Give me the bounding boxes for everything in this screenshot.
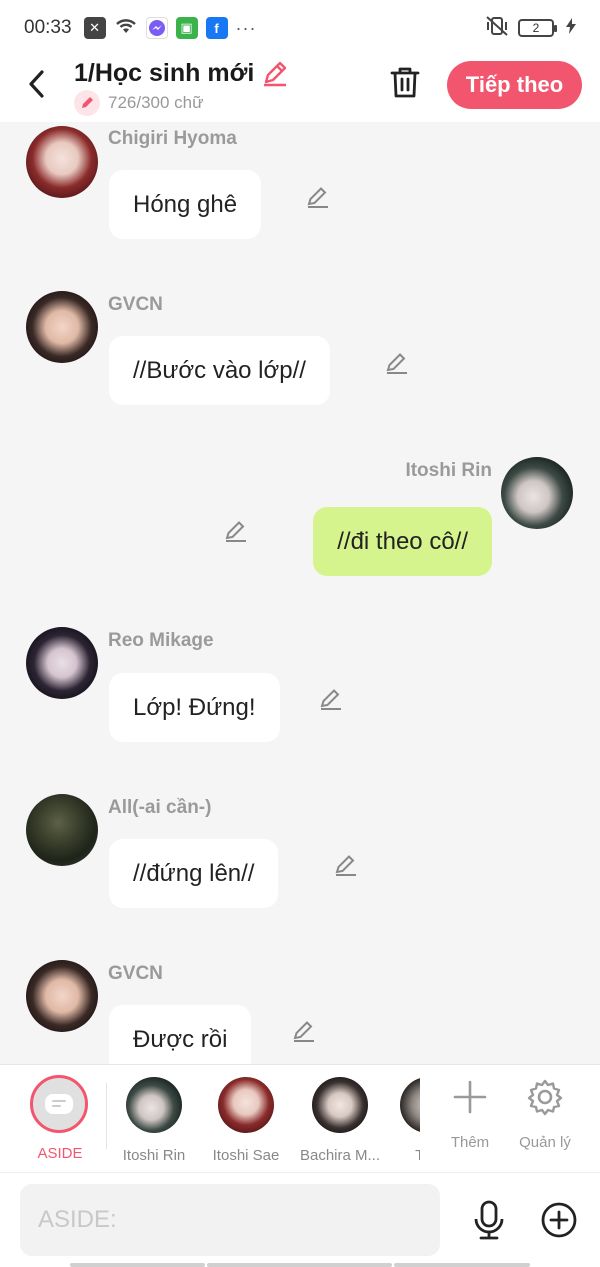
- vibrate-mute-icon: [484, 15, 510, 42]
- microphone-icon: [474, 1200, 504, 1240]
- edit-message-icon[interactable]: [333, 852, 359, 878]
- character-name: Itoshi Rin: [122, 1147, 186, 1164]
- back-button[interactable]: [22, 66, 52, 102]
- character-bar: ASIDE Itoshi Rin Itoshi Sae Bachira M...…: [0, 1064, 600, 1172]
- avatar[interactable]: [26, 960, 98, 1032]
- message-bubble[interactable]: //Bước vào lớp//: [109, 336, 330, 405]
- voice-button[interactable]: [470, 1199, 508, 1241]
- notification-x-icon: ✕: [83, 17, 106, 39]
- plus-circle-icon: [541, 1202, 577, 1238]
- episode-title-text: 1/Học sinh mới: [74, 58, 255, 87]
- sender-name: GVCN: [108, 294, 163, 315]
- facebook-icon: f: [205, 17, 228, 39]
- edit-message-icon[interactable]: [305, 184, 331, 210]
- word-count: 726/300 chữ: [74, 90, 204, 116]
- add-character-button[interactable]: Thêm: [435, 1077, 505, 1151]
- avatar: [312, 1077, 368, 1133]
- avatar[interactable]: [501, 457, 573, 529]
- chat-area[interactable]: Chigiri Hyoma Hóng ghê GVCN //Bước vào l…: [0, 122, 600, 1064]
- edit-message-icon[interactable]: [291, 1018, 317, 1044]
- composer: [0, 1172, 600, 1267]
- episode-title[interactable]: 1/Học sinh mới: [74, 58, 290, 88]
- add-character-label: Thêm: [450, 1134, 490, 1151]
- message-bubble[interactable]: Lớp! Đứng!: [109, 673, 280, 742]
- divider: [106, 1083, 107, 1149]
- nav-indicator: [394, 1263, 530, 1267]
- header: 1/Học sinh mới 726/300 chữ Tiếp theo: [0, 56, 600, 122]
- sender-name: GVCN: [108, 963, 163, 984]
- avatar: [400, 1077, 420, 1133]
- avatar[interactable]: [26, 126, 98, 198]
- sender-name: Reo Mikage: [108, 630, 214, 651]
- status-bar: 00:33 ✕ ▣ f ··· 2: [0, 0, 600, 56]
- gear-icon: [527, 1079, 563, 1116]
- character-item[interactable]: Bachira M...: [294, 1077, 386, 1164]
- chevron-left-icon: [29, 70, 44, 98]
- sender-name: All(-ai cần-): [108, 797, 212, 818]
- charging-icon: [566, 17, 576, 39]
- nav-indicator: [70, 1263, 205, 1267]
- more-notifications-icon: ···: [235, 17, 257, 38]
- nav-indicator: [207, 1263, 392, 1267]
- message-bubble[interactable]: Hóng ghê: [109, 170, 262, 239]
- manage-characters-label: Quản lý: [519, 1134, 571, 1151]
- character-item[interactable]: Itoshi Rin: [108, 1077, 200, 1164]
- aside-icon: [30, 1075, 88, 1133]
- edit-message-icon[interactable]: [223, 518, 249, 544]
- edit-message-icon[interactable]: [384, 350, 410, 376]
- word-count-text: 726/300 chữ: [108, 93, 204, 112]
- add-content-button[interactable]: [540, 1201, 578, 1239]
- manage-characters-button[interactable]: Quản lý: [510, 1077, 580, 1151]
- aside-button[interactable]: ASIDE: [30, 1075, 90, 1162]
- avatar: [218, 1077, 274, 1133]
- app-green-icon: ▣: [175, 17, 198, 39]
- character-name: Thủ: [415, 1147, 420, 1164]
- pencil-icon: [74, 90, 100, 116]
- plus-icon: [453, 1080, 487, 1114]
- character-item[interactable]: Itoshi Sae: [200, 1077, 292, 1164]
- next-button[interactable]: Tiếp theo: [447, 61, 582, 109]
- message-bubble[interactable]: //đứng lên//: [109, 839, 279, 908]
- delete-button[interactable]: [388, 64, 422, 100]
- character-list[interactable]: Itoshi Rin Itoshi Sae Bachira M... Thủ: [108, 1065, 420, 1173]
- message-input[interactable]: [20, 1184, 440, 1256]
- message-bubble[interactable]: Được rồi: [109, 1005, 252, 1064]
- trash-icon: [390, 67, 420, 98]
- character-name: Itoshi Sae: [212, 1147, 280, 1164]
- character-name: Bachira M...: [299, 1147, 381, 1164]
- sender-name: Chigiri Hyoma: [108, 128, 237, 149]
- edit-message-icon[interactable]: [318, 686, 344, 712]
- character-item[interactable]: Thủ: [382, 1077, 420, 1164]
- avatar[interactable]: [26, 627, 98, 699]
- wifi-icon: [114, 16, 138, 41]
- avatar: [126, 1077, 182, 1133]
- aside-label: ASIDE: [37, 1145, 83, 1162]
- sender-name: Itoshi Rin: [405, 460, 492, 481]
- avatar[interactable]: [26, 794, 98, 866]
- status-time: 00:33: [24, 17, 72, 38]
- avatar[interactable]: [26, 291, 98, 363]
- messenger-icon: [145, 17, 168, 39]
- edit-title-icon[interactable]: [260, 58, 290, 88]
- battery-icon: 2: [518, 19, 557, 37]
- message-bubble[interactable]: //đi theo cô//: [313, 507, 492, 576]
